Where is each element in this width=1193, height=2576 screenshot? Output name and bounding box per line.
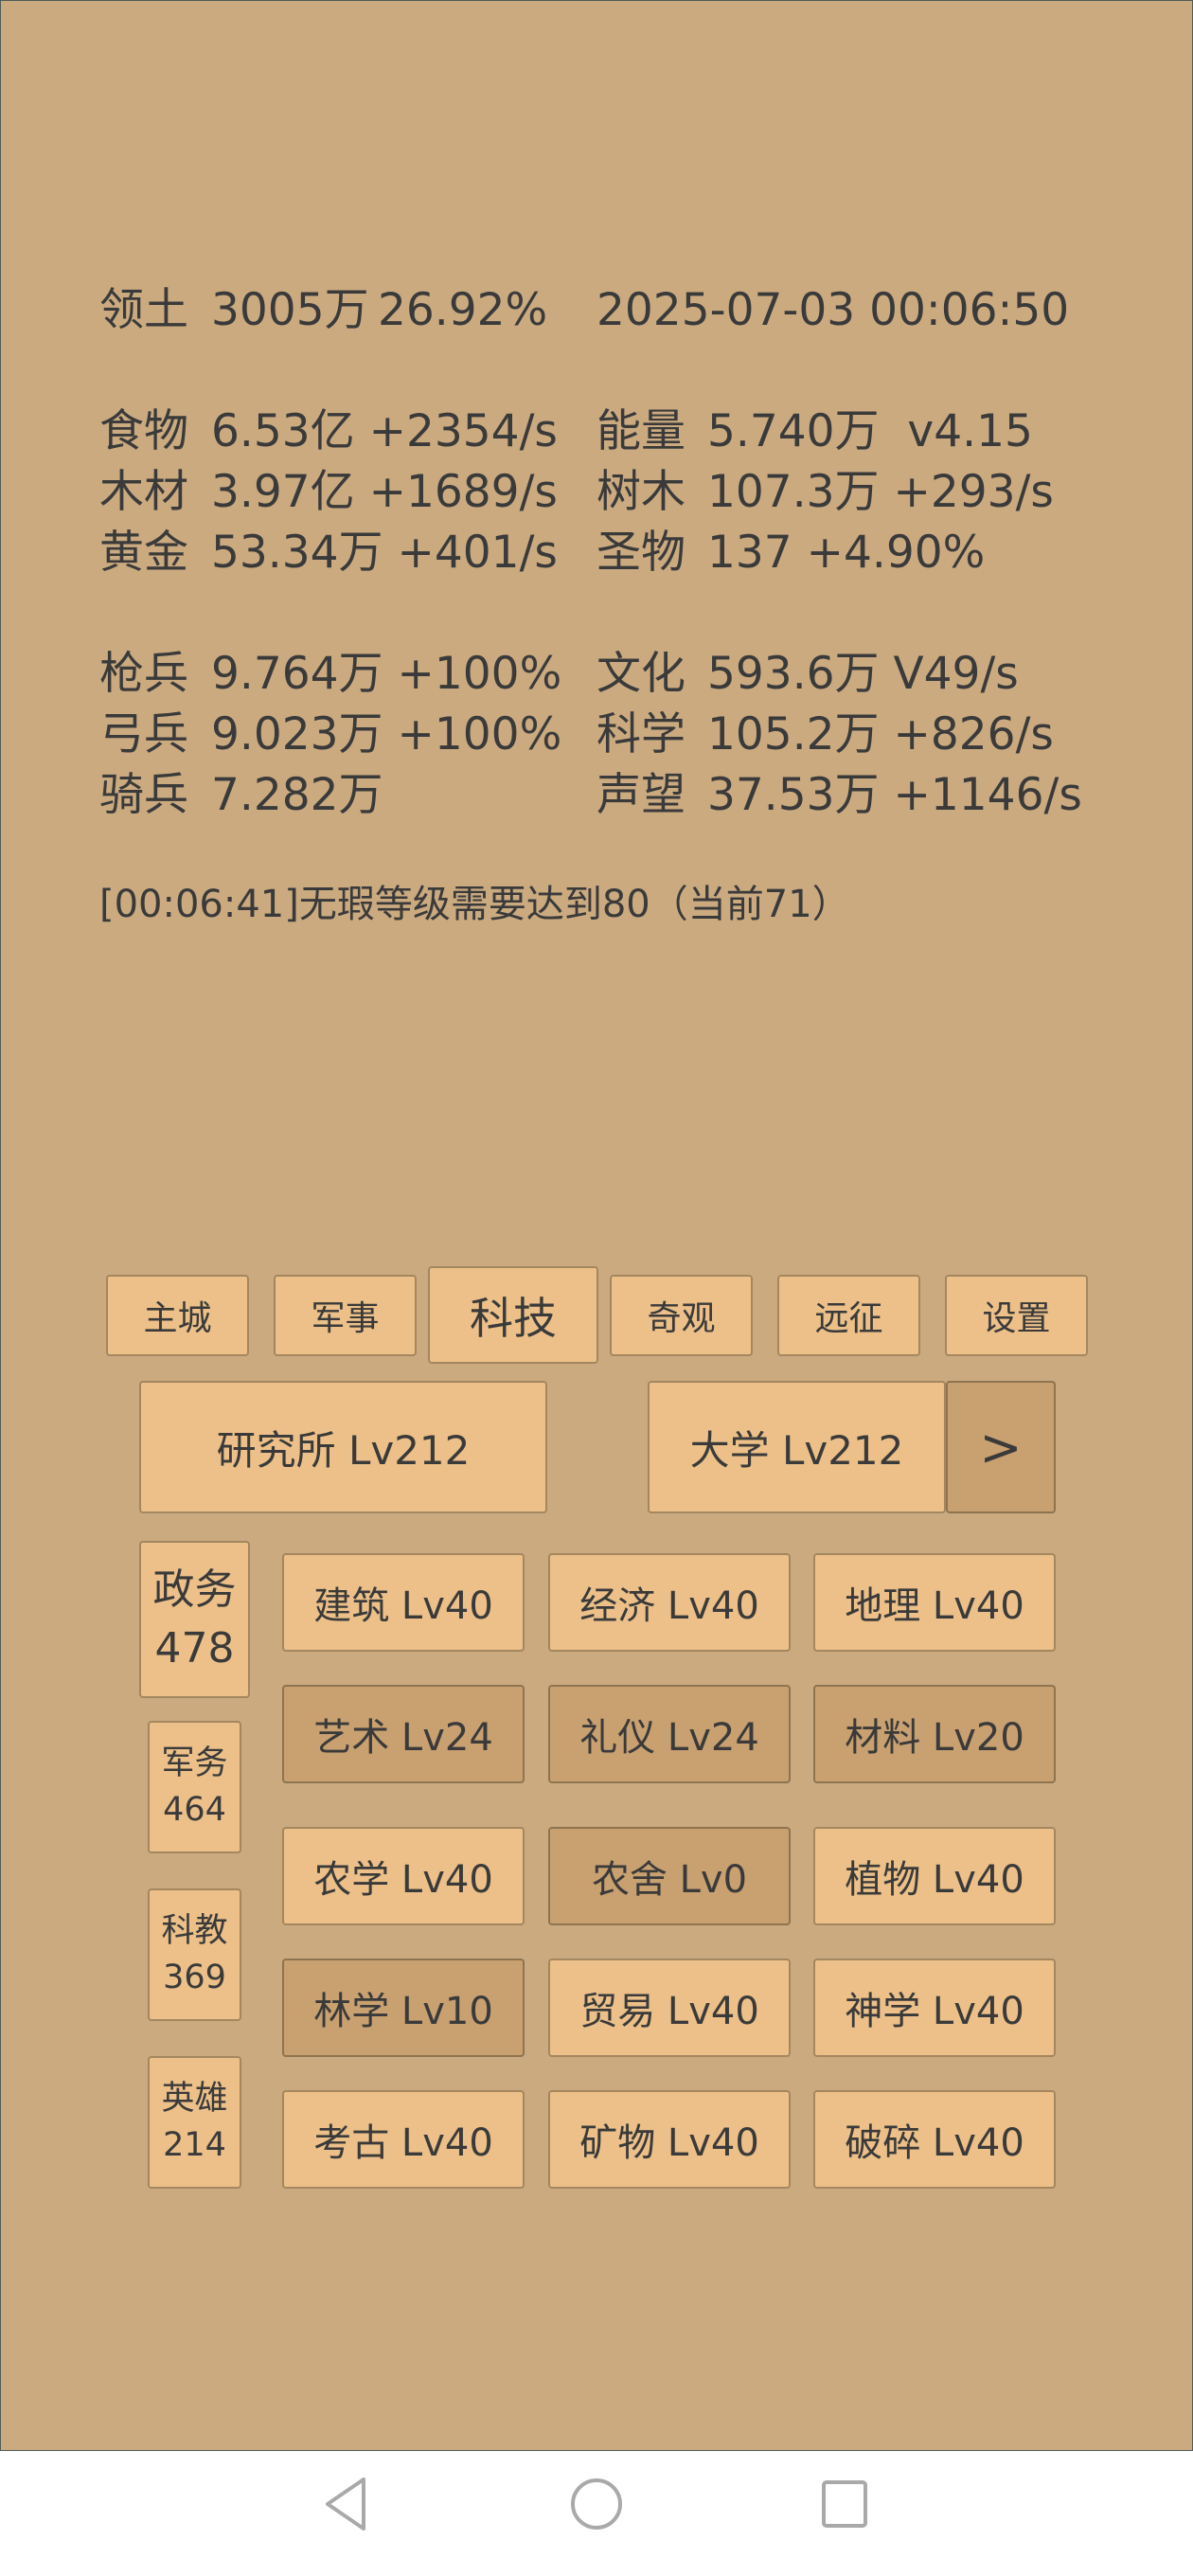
resource-label-food: 食物 bbox=[99, 405, 188, 457]
resource-value-science: 105.2万 +826/s bbox=[707, 708, 1054, 760]
resource-label-science: 科学 bbox=[596, 708, 686, 760]
resource-label-wood: 木材 bbox=[99, 466, 188, 518]
resource-value-cavalry: 7.282万 bbox=[211, 769, 383, 821]
tab-main-city[interactable]: 主城 bbox=[106, 1275, 249, 1356]
log-message: [00:06:41]无瑕等级需要达到80（当前71） bbox=[99, 883, 850, 926]
side-category-count: 214 bbox=[163, 2126, 226, 2164]
resource-value-food: 6.53亿 +2354/s bbox=[211, 405, 558, 457]
tech-geography[interactable]: 地理 Lv40 bbox=[813, 1553, 1056, 1652]
tab-expedition[interactable]: 远征 bbox=[777, 1275, 920, 1356]
tab-settings[interactable]: 设置 bbox=[945, 1275, 1088, 1356]
research-institute-button[interactable]: 研究所 Lv212 bbox=[139, 1381, 547, 1513]
territory-label: 领土 bbox=[99, 284, 188, 336]
resource-value-wood: 3.97亿 +1689/s bbox=[211, 466, 558, 518]
territory-percent: 26.92% bbox=[378, 284, 548, 336]
side-category-name: 科教 bbox=[161, 1912, 228, 1950]
datetime: 2025-07-03 00:06:50 bbox=[596, 284, 1070, 336]
resource-value-trees: 107.3万 +293/s bbox=[707, 466, 1054, 518]
triangle-back-icon[interactable] bbox=[322, 2476, 369, 2532]
resource-label-energy: 能量 bbox=[596, 405, 686, 457]
tech-art[interactable]: 艺术 Lv24 bbox=[282, 1685, 525, 1783]
tech-minerals[interactable]: 矿物 Lv40 bbox=[548, 2090, 791, 2189]
tab-wonders[interactable]: 奇观 bbox=[610, 1275, 753, 1356]
side-category-heroes[interactable]: 英雄 214 bbox=[148, 2056, 241, 2189]
tech-theology[interactable]: 神学 Lv40 bbox=[813, 1959, 1056, 2057]
resource-value-energy: 5.740万 v4.15 bbox=[707, 405, 1033, 457]
tech-archaeology[interactable]: 考古 Lv40 bbox=[282, 2090, 525, 2189]
tech-shatter[interactable]: 破碎 Lv40 bbox=[813, 2090, 1056, 2189]
system-navigation-bar bbox=[0, 2451, 1193, 2576]
side-category-science-education[interactable]: 科教 369 bbox=[148, 1888, 241, 2021]
tech-farmhouse[interactable]: 农舍 Lv0 bbox=[548, 1827, 791, 1925]
resource-value-relic: 137 +4.90% bbox=[707, 527, 986, 579]
square-recent-icon[interactable] bbox=[820, 2476, 869, 2532]
resource-value-spearmen: 9.764万 +100% bbox=[211, 648, 562, 700]
resource-value-culture: 593.6万 V49/s bbox=[707, 648, 1019, 700]
side-category-government[interactable]: 政务 478 bbox=[139, 1541, 250, 1698]
tech-forestry[interactable]: 林学 Lv10 bbox=[282, 1959, 525, 2057]
tech-architecture[interactable]: 建筑 Lv40 bbox=[282, 1553, 525, 1652]
side-category-name: 政务 bbox=[152, 1565, 237, 1615]
tab-technology[interactable]: 科技 bbox=[428, 1266, 598, 1364]
resource-label-culture: 文化 bbox=[596, 648, 686, 700]
resource-label-cavalry: 骑兵 bbox=[99, 769, 188, 821]
resource-label-prestige: 声望 bbox=[596, 769, 686, 821]
side-category-count: 464 bbox=[163, 1791, 226, 1829]
tech-economy[interactable]: 经济 Lv40 bbox=[548, 1553, 791, 1652]
tab-military[interactable]: 军事 bbox=[274, 1275, 417, 1356]
resource-label-archers: 弓兵 bbox=[99, 708, 188, 760]
resource-value-prestige: 37.53万 +1146/s bbox=[707, 769, 1082, 821]
game-screen: 领土 3005万 26.92% 2025-07-03 00:06:50 食物 6… bbox=[0, 0, 1193, 2451]
resource-label-trees: 树木 bbox=[596, 466, 686, 518]
side-category-military-affairs[interactable]: 军务 464 bbox=[148, 1721, 241, 1853]
side-category-count: 478 bbox=[154, 1624, 235, 1673]
resource-label-spearmen: 枪兵 bbox=[99, 648, 188, 700]
resource-value-gold: 53.34万 +401/s bbox=[211, 527, 558, 579]
resource-label-relic: 圣物 bbox=[596, 527, 686, 579]
tech-etiquette[interactable]: 礼仪 Lv24 bbox=[548, 1685, 791, 1783]
side-category-name: 军务 bbox=[161, 1744, 228, 1782]
tech-materials[interactable]: 材料 Lv20 bbox=[813, 1685, 1056, 1783]
circle-home-icon[interactable] bbox=[569, 2476, 624, 2532]
side-category-count: 369 bbox=[163, 1959, 226, 1996]
resource-value-archers: 9.023万 +100% bbox=[211, 708, 562, 760]
tech-agronomy[interactable]: 农学 Lv40 bbox=[282, 1827, 525, 1925]
tech-trade[interactable]: 贸易 Lv40 bbox=[548, 1959, 791, 2057]
resource-label-gold: 黄金 bbox=[99, 527, 188, 579]
tech-botany[interactable]: 植物 Lv40 bbox=[813, 1827, 1056, 1925]
university-button[interactable]: 大学 Lv212 bbox=[648, 1381, 946, 1513]
side-category-name: 英雄 bbox=[161, 2080, 228, 2118]
territory-value: 3005万 bbox=[211, 284, 369, 336]
next-page-button[interactable]: > bbox=[946, 1381, 1056, 1513]
